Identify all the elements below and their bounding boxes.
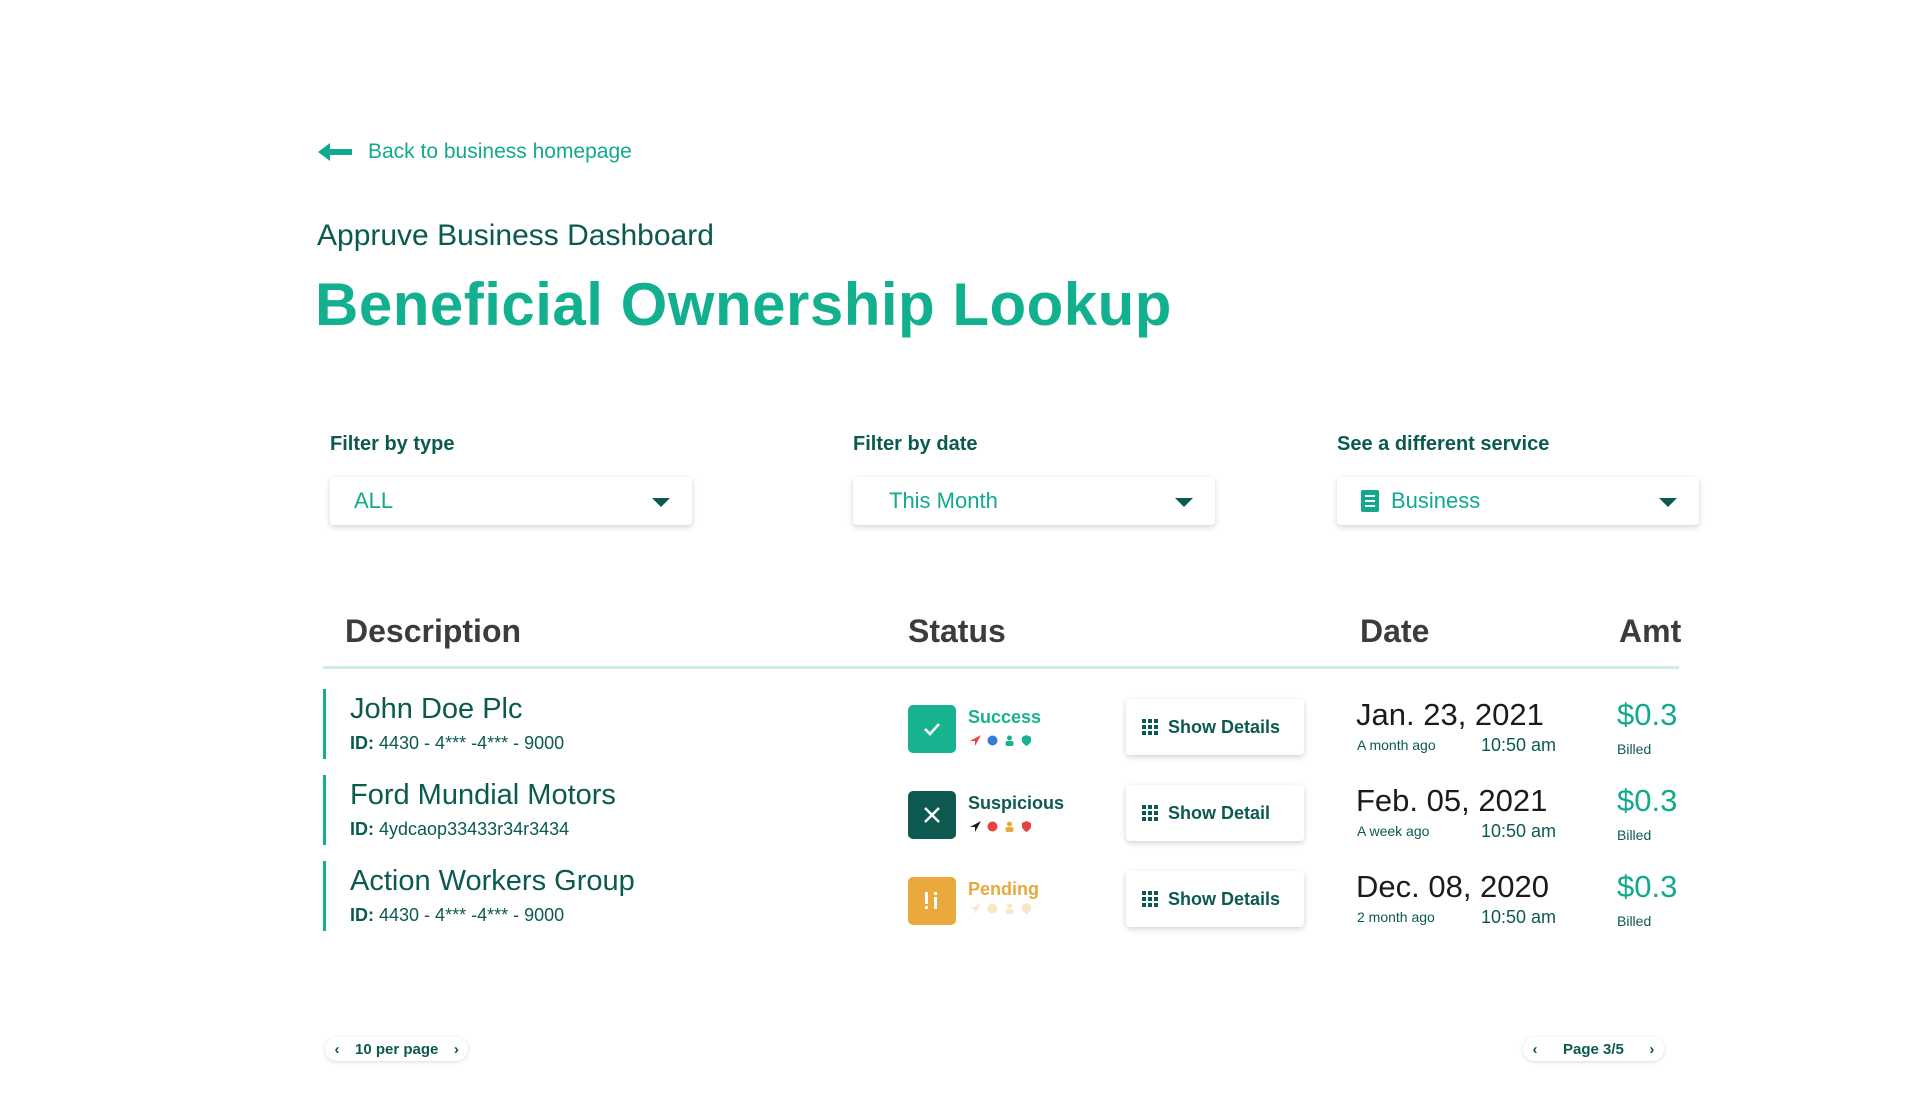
filter-date: Filter by date This Month: [853, 433, 1215, 525]
column-header-date: Date: [1360, 613, 1430, 649]
grid-icon: [1142, 805, 1158, 821]
row-id: ID: 4430 - 4*** -4*** - 9000: [350, 905, 564, 926]
per-page-label: 10 per page: [355, 1040, 439, 1058]
back-link-label: Back to business homepage: [368, 140, 632, 163]
row-id-value: 4430 - 4*** -4*** - 9000: [379, 733, 565, 753]
row-accent-bar: [323, 689, 326, 759]
column-header-status: Status: [908, 613, 1006, 649]
row-amount: $0.3: [1617, 783, 1678, 818]
shield-icon: [1022, 735, 1031, 746]
caret-down-icon: [652, 498, 670, 507]
grid-icon: [1142, 891, 1158, 907]
location-arrow-icon: [970, 821, 981, 832]
column-header-description: Description: [345, 613, 522, 649]
service-select[interactable]: Business: [1337, 477, 1699, 525]
row-billed-label: Billed: [1617, 827, 1652, 843]
arrow-left-icon: [318, 143, 352, 161]
row-time: 10:50 am: [1481, 907, 1557, 927]
back-to-homepage-link[interactable]: Back to business homepage: [318, 140, 632, 164]
location-arrow-icon: [970, 903, 981, 914]
filter-type-select[interactable]: ALL: [330, 477, 692, 525]
row-billed-label: Billed: [1617, 741, 1652, 757]
dashboard-subtitle: Appruve Business Dashboard: [317, 219, 714, 252]
x-icon: [908, 791, 956, 839]
filter-date-select[interactable]: This Month: [853, 477, 1215, 525]
person-icon: [1005, 735, 1014, 746]
row-relative-date: A week ago: [1357, 823, 1430, 839]
verification-icons: [970, 821, 1032, 832]
filter-type-value: ALL: [354, 488, 394, 513]
row-amount: $0.3: [1617, 697, 1678, 732]
service-value: Business: [1391, 488, 1481, 513]
row-date: Feb. 05, 2021: [1356, 783, 1548, 818]
chevron-left-icon[interactable]: ‹: [329, 1041, 345, 1058]
face-icon: [987, 821, 998, 832]
caret-down-icon: [1659, 498, 1677, 507]
check-icon: [908, 705, 956, 753]
row-time: 10:50 am: [1481, 735, 1557, 755]
show-details-label: Show Details: [1168, 716, 1281, 737]
column-header-amount: Amt: [1619, 613, 1682, 649]
filter-service-label: See a different service: [1337, 433, 1550, 455]
chevron-right-icon[interactable]: ›: [448, 1041, 464, 1058]
row-relative-date: 2 month ago: [1357, 909, 1435, 925]
row-name: John Doe Plc: [350, 693, 523, 725]
row-time: 10:50 am: [1481, 821, 1557, 841]
filter-type: Filter by type ALL: [330, 433, 692, 525]
chevron-left-icon[interactable]: ‹: [1527, 1041, 1543, 1058]
row-amount: $0.3: [1617, 869, 1678, 904]
page-title: Beneficial Ownership Lookup: [315, 271, 1172, 338]
status-label: Suspicious: [968, 793, 1065, 813]
show-details-button[interactable]: Show Details: [1126, 871, 1304, 927]
row-id-label: ID:: [350, 905, 374, 925]
caret-down-icon: [1175, 498, 1193, 507]
row-billed-label: Billed: [1617, 913, 1652, 929]
row-date: Jan. 23, 2021: [1356, 697, 1544, 732]
verification-icons: [970, 735, 1032, 746]
row-accent-bar: [323, 861, 326, 931]
chevron-right-icon[interactable]: ›: [1644, 1041, 1660, 1058]
filter-type-label: Filter by type: [330, 433, 455, 455]
row-id: ID: 4430 - 4*** -4*** - 9000: [350, 733, 564, 754]
shield-icon: [1022, 821, 1031, 832]
document-icon: [1361, 490, 1379, 512]
table-row: John Doe Plc ID: 4430 - 4*** -4*** - 900…: [323, 689, 1679, 759]
person-icon: [1005, 903, 1014, 914]
row-name: Action Workers Group: [350, 865, 635, 897]
table-row: Action Workers Group ID: 4430 - 4*** -4*…: [323, 861, 1679, 931]
location-arrow-icon: [970, 735, 981, 746]
show-details-label: Show Detail: [1168, 802, 1271, 823]
row-id-label: ID:: [350, 819, 374, 839]
show-details-button[interactable]: Show Details: [1126, 699, 1304, 755]
row-id-value: 4ydcaop33433r34r3434: [379, 819, 570, 839]
status-label: Pending: [968, 879, 1039, 899]
row-id-label: ID:: [350, 733, 374, 753]
header-divider: [323, 666, 1679, 669]
per-page-pager: ‹ 10 per page ›: [325, 1037, 469, 1061]
row-id-value: 4430 - 4*** -4*** - 9000: [379, 905, 565, 925]
table-row: Ford Mundial Motors ID: 4ydcaop33433r34r…: [323, 775, 1679, 845]
row-id: ID: 4ydcaop33433r34r3434: [350, 819, 569, 840]
row-accent-bar: [323, 775, 326, 845]
filter-date-label: Filter by date: [853, 433, 978, 455]
filter-service: See a different service Business: [1337, 433, 1699, 525]
verification-icons: [970, 903, 1032, 914]
exclamation-info-icon: [908, 877, 956, 925]
person-icon: [1005, 821, 1014, 832]
filter-date-value: This Month: [889, 488, 998, 513]
grid-icon: [1142, 719, 1158, 735]
face-icon: [987, 903, 998, 914]
page-pager: ‹ Page 3/5 ›: [1523, 1037, 1664, 1061]
face-icon: [987, 735, 998, 746]
show-details-label: Show Details: [1168, 888, 1281, 909]
row-relative-date: A month ago: [1357, 737, 1436, 753]
page-indicator: Page 3/5: [1563, 1040, 1624, 1058]
show-details-button[interactable]: Show Detail: [1126, 785, 1304, 841]
row-name: Ford Mundial Motors: [350, 779, 616, 811]
shield-icon: [1022, 903, 1031, 914]
status-label: Success: [968, 707, 1042, 727]
row-date: Dec. 08, 2020: [1356, 869, 1550, 904]
